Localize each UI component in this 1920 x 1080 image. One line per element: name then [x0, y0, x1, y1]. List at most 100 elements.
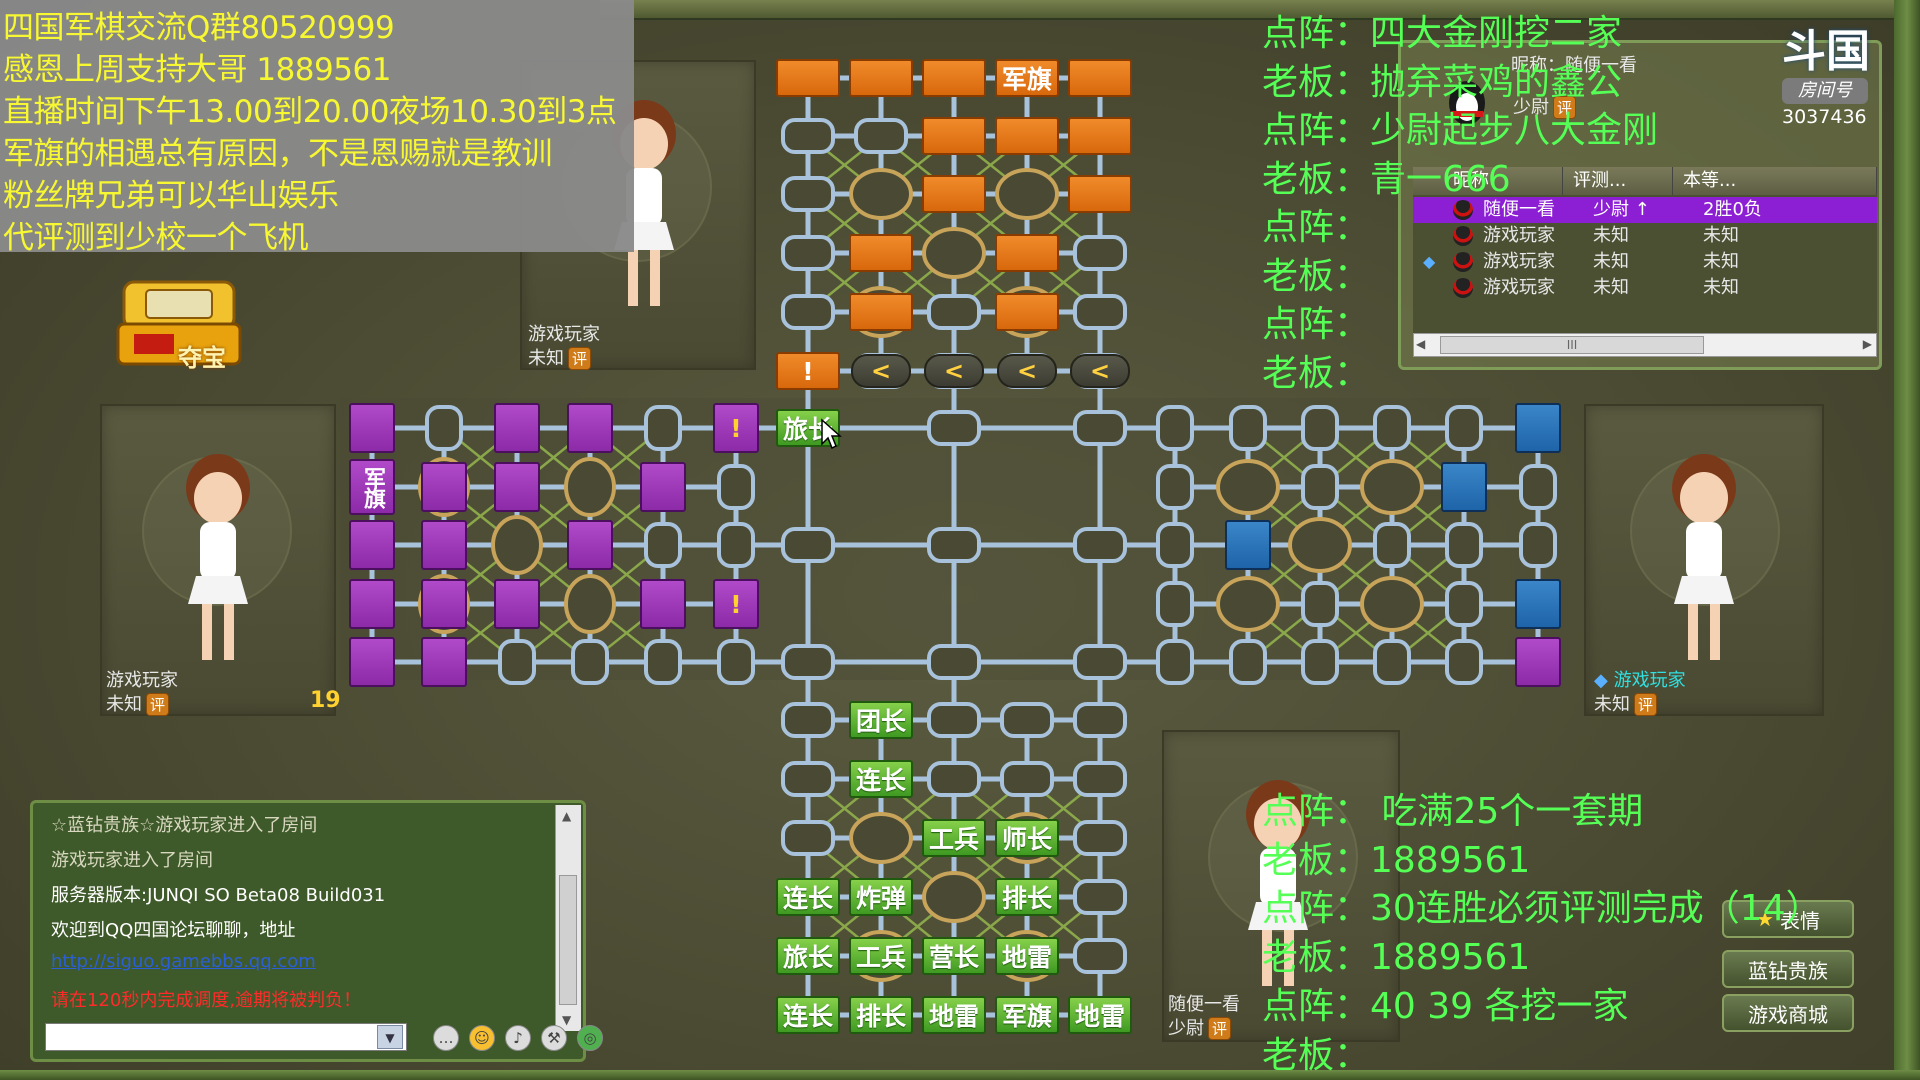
board-node[interactable] — [1445, 522, 1483, 568]
board-node[interactable] — [1519, 522, 1557, 568]
own-piece[interactable]: 师长 — [995, 819, 1059, 857]
board-node[interactable] — [1156, 581, 1194, 627]
enemy-piece-left[interactable] — [349, 637, 395, 687]
board-node[interactable] — [1301, 405, 1339, 451]
board-node[interactable] — [1156, 639, 1194, 685]
board-node[interactable] — [1445, 405, 1483, 451]
chat-scrollbar[interactable]: ▲ ▼ — [555, 805, 581, 1031]
board-node[interactable] — [1301, 581, 1339, 627]
enemy-piece-marked[interactable]: ! — [776, 352, 840, 390]
railway-node[interactable] — [927, 644, 981, 680]
board-node[interactable] — [927, 294, 981, 330]
board-node[interactable] — [1301, 464, 1339, 510]
speaker-icon[interactable]: ♪ — [505, 1025, 531, 1051]
chat-scroll-thumb[interactable] — [559, 875, 577, 1005]
arrow-marker-icon[interactable]: < — [997, 354, 1057, 388]
railway-node[interactable] — [781, 644, 835, 680]
enemy-piece-left[interactable] — [1515, 637, 1561, 687]
camp-node[interactable] — [1288, 517, 1352, 573]
enemy-piece-top[interactable] — [1068, 117, 1132, 155]
camp-node[interactable] — [1360, 459, 1424, 515]
own-piece[interactable]: 营长 — [922, 937, 986, 975]
column-header-record[interactable]: 本等... — [1673, 167, 1877, 195]
board-node[interactable] — [1073, 761, 1127, 797]
board-node[interactable] — [571, 639, 609, 685]
board-node[interactable] — [1373, 405, 1411, 451]
enemy-piece-left[interactable] — [494, 579, 540, 629]
enemy-piece-top[interactable] — [849, 234, 913, 272]
board-node[interactable] — [1445, 639, 1483, 685]
enemy-piece-top[interactable] — [849, 59, 913, 97]
board-node[interactable] — [781, 176, 835, 212]
enemy-piece-right[interactable] — [1225, 520, 1271, 570]
own-piece[interactable]: 地雷 — [995, 937, 1059, 975]
camp-node[interactable] — [922, 227, 986, 279]
enemy-piece-left[interactable] — [640, 579, 686, 629]
railway-node[interactable] — [1073, 410, 1127, 446]
enemy-piece-top[interactable] — [995, 117, 1059, 155]
railway-node[interactable] — [781, 527, 835, 563]
player-list-scrollbar[interactable]: ◀ III ▶ — [1413, 333, 1877, 357]
enemy-piece-left[interactable] — [494, 462, 540, 512]
enemy-piece-top[interactable] — [776, 59, 840, 97]
board-node[interactable] — [1301, 639, 1339, 685]
chat-bubble-icon[interactable]: … — [433, 1025, 459, 1051]
board-node[interactable] — [425, 405, 463, 451]
player-avatar-left[interactable] — [156, 436, 286, 666]
enemy-piece-left[interactable] — [421, 637, 467, 687]
board-node[interactable] — [781, 702, 835, 738]
own-piece[interactable]: 工兵 — [849, 937, 913, 975]
rating-badge[interactable]: 评 — [1208, 1017, 1232, 1040]
enemy-flag-piece[interactable]: 军旗 — [349, 459, 395, 515]
enemy-flag-piece[interactable]: 军旗 — [995, 59, 1059, 97]
own-piece[interactable]: 炸弹 — [849, 878, 913, 916]
camp-node[interactable] — [1216, 576, 1280, 632]
board-node[interactable] — [717, 522, 755, 568]
own-piece[interactable]: 工兵 — [922, 819, 986, 857]
own-piece[interactable]: 排长 — [849, 996, 913, 1034]
rating-badge[interactable]: 评 — [1634, 693, 1658, 716]
scroll-right-arrow-icon[interactable]: ▶ — [1863, 337, 1872, 351]
camp-node[interactable] — [564, 574, 616, 634]
player-row[interactable]: 游戏玩家 未知 未知 — [1413, 275, 1877, 301]
board-node[interactable] — [717, 639, 755, 685]
own-piece[interactable]: 地雷 — [922, 996, 986, 1034]
treasure-chest-button[interactable]: 夺宝 — [112, 274, 252, 372]
board-node[interactable] — [1373, 639, 1411, 685]
enemy-piece-left[interactable] — [567, 520, 613, 570]
chat-dropdown-button[interactable]: ▼ — [377, 1025, 403, 1049]
rating-badge[interactable]: 评 — [146, 693, 170, 716]
own-piece[interactable]: 团长 — [849, 701, 913, 739]
own-piece[interactable]: 排长 — [995, 878, 1059, 916]
railway-node[interactable] — [1073, 527, 1127, 563]
enemy-piece-top[interactable] — [1068, 175, 1132, 213]
chat-link[interactable]: http://siguo.gamebbs.qq.com — [51, 951, 316, 972]
board-node[interactable] — [1073, 235, 1127, 271]
board-node[interactable] — [1156, 464, 1194, 510]
board-node[interactable] — [1519, 464, 1557, 510]
enemy-piece-left[interactable] — [421, 520, 467, 570]
board-node[interactable] — [1156, 522, 1194, 568]
own-piece[interactable]: 旅长 — [776, 937, 840, 975]
camp-node[interactable] — [922, 871, 986, 923]
enemy-piece-left[interactable] — [349, 403, 395, 453]
column-header-rating[interactable]: 评测... — [1563, 167, 1673, 195]
board-node[interactable] — [781, 761, 835, 797]
board-node[interactable] — [781, 235, 835, 271]
enemy-piece-left[interactable] — [349, 579, 395, 629]
own-piece[interactable]: 连长 — [849, 760, 913, 798]
camp-node[interactable] — [995, 168, 1059, 220]
smiley-icon[interactable]: ☺ — [469, 1025, 495, 1051]
board-node[interactable] — [781, 820, 835, 856]
enemy-piece-left[interactable] — [494, 403, 540, 453]
game-shop-button[interactable]: 游戏商城 — [1722, 994, 1854, 1032]
enemy-piece-top[interactable] — [995, 293, 1059, 331]
camp-node[interactable] — [1216, 459, 1280, 515]
camp-node[interactable] — [849, 168, 913, 220]
board-node[interactable] — [1373, 522, 1411, 568]
board-node[interactable] — [717, 464, 755, 510]
enemy-piece-top[interactable] — [922, 59, 986, 97]
arrow-marker-icon[interactable]: < — [924, 354, 984, 388]
board-node[interactable] — [1229, 405, 1267, 451]
board-node[interactable] — [1445, 581, 1483, 627]
